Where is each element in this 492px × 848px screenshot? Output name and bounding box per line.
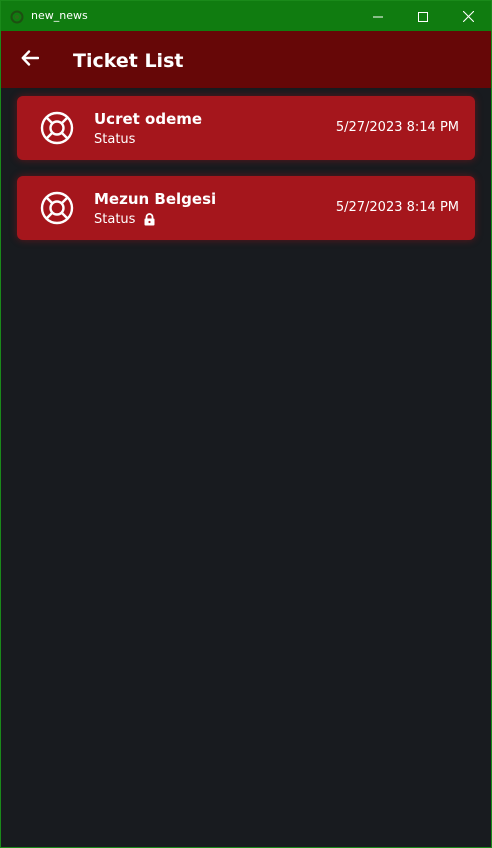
ticket-list: Ucret odeme Status 5/27/2023 8:14 PM Mez… — [17, 96, 475, 256]
ticket-status: Status — [94, 132, 135, 147]
close-icon — [462, 7, 474, 26]
app-window: new_news Ticket List Ucret odeme Status … — [0, 0, 492, 848]
ticket-title: Ucret odeme — [94, 110, 203, 128]
ticket-item[interactable]: Mezun Belgesi Status 5/27/2023 8:14 PM — [17, 176, 475, 240]
lifebuoy-icon — [39, 190, 75, 226]
window-title: new_news — [31, 9, 88, 22]
maximize-button[interactable] — [400, 1, 446, 31]
ticket-status-label: Status — [94, 212, 136, 227]
ticket-status: Status — [94, 212, 155, 227]
ticket-date: 5/27/2023 8:14 PM — [335, 200, 459, 215]
arrow-left-icon — [21, 50, 40, 70]
page-title: Ticket List — [73, 50, 184, 72]
close-button[interactable] — [445, 1, 491, 31]
ticket-date: 5/27/2023 8:14 PM — [335, 120, 459, 135]
app-logo-icon — [10, 9, 24, 24]
ticket-item[interactable]: Ucret odeme Status 5/27/2023 8:14 PM — [17, 96, 475, 160]
ticket-status-label: Status — [94, 132, 136, 147]
title-bar[interactable]: new_news — [1, 1, 491, 31]
minimize-button[interactable] — [355, 1, 401, 31]
maximize-icon — [418, 7, 428, 26]
lock-icon — [144, 213, 155, 226]
minimize-icon — [373, 7, 383, 26]
back-button[interactable] — [15, 45, 45, 75]
lifebuoy-icon — [39, 110, 75, 146]
app-bar: Ticket List — [1, 31, 491, 88]
ticket-title: Mezun Belgesi — [94, 190, 217, 208]
